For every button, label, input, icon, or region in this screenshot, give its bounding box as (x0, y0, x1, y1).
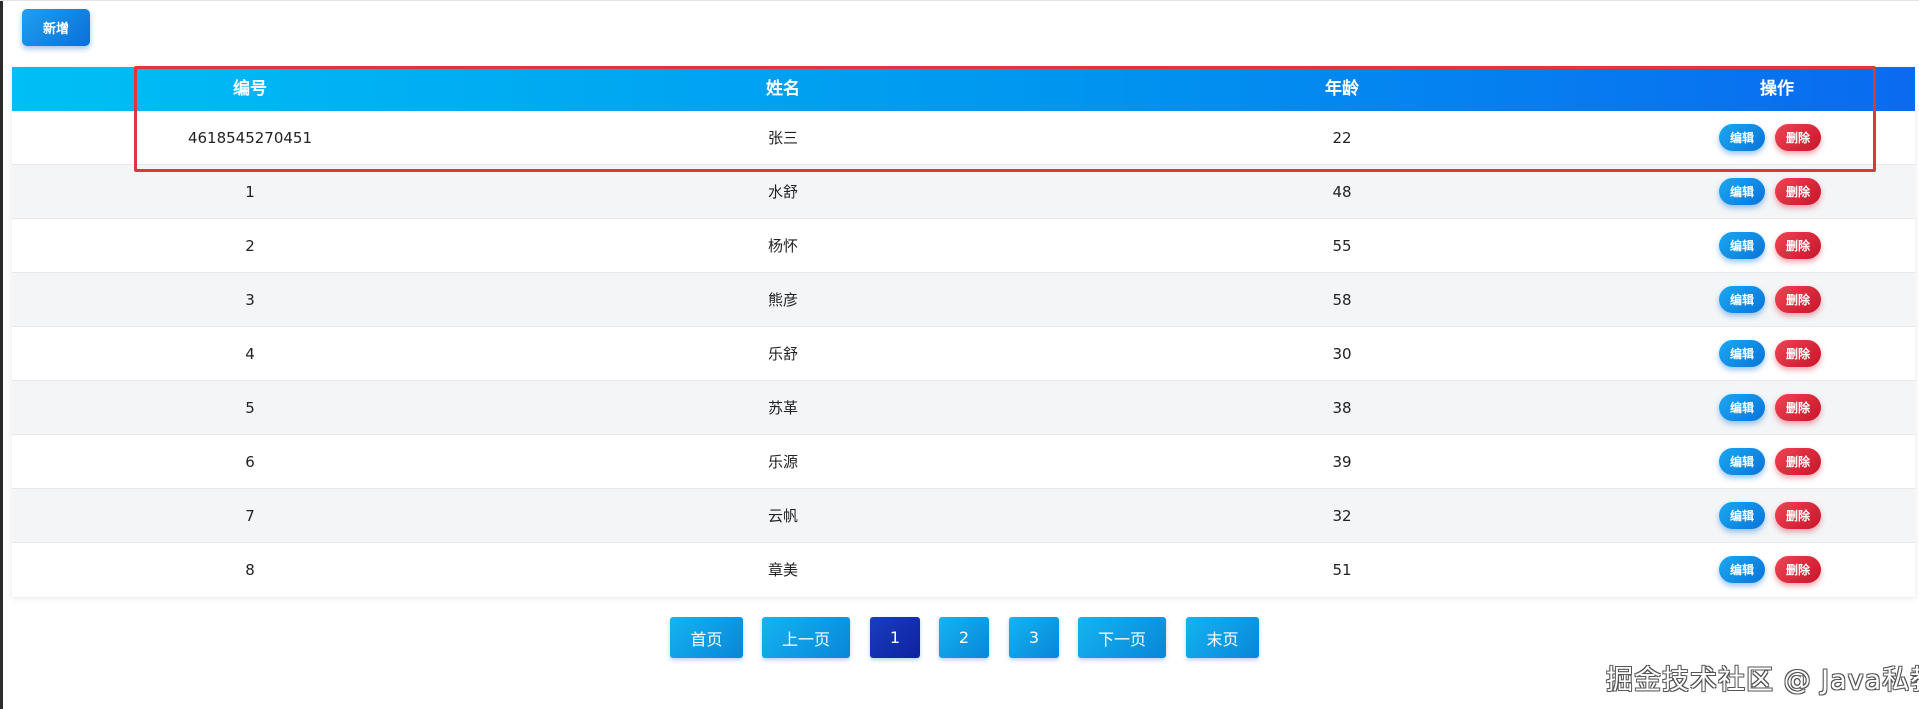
cell-age: 32 (1332, 507, 1352, 525)
delete-button[interactable]: 删除 (1775, 232, 1821, 259)
window-left-edge (0, 0, 3, 709)
table-row: 3 熊彦 58 编辑 删除 (12, 273, 1915, 327)
cell-id: 1 (245, 183, 255, 201)
last-page-button[interactable]: 末页 (1186, 617, 1259, 658)
edit-button[interactable]: 编辑 (1719, 178, 1765, 205)
header-id: 编号 (233, 79, 267, 99)
delete-button[interactable]: 删除 (1775, 502, 1821, 529)
cell-name: 苏革 (767, 399, 798, 417)
data-table: 编号 姓名 年龄 操作 4618545270451 张三 22 编辑 删除 1 … (12, 67, 1915, 597)
edit-button[interactable]: 编辑 (1719, 448, 1765, 475)
delete-button[interactable]: 删除 (1775, 178, 1821, 205)
cell-id: 4 (245, 345, 255, 363)
cell-id: 4618545270451 (187, 129, 313, 147)
header-name: 姓名 (766, 79, 800, 99)
cell-name: 云帆 (767, 507, 798, 525)
cell-id: 6 (245, 453, 255, 471)
edit-button[interactable]: 编辑 (1719, 232, 1765, 259)
page-button-1[interactable]: 1 (870, 617, 920, 658)
table-row: 4618545270451 张三 22 编辑 删除 (12, 111, 1915, 165)
table-header: 编号 姓名 年龄 操作 (12, 67, 1915, 111)
cell-age: 30 (1332, 345, 1352, 363)
cell-age: 58 (1332, 291, 1352, 309)
table-row: 2 杨怀 55 编辑 删除 (12, 219, 1915, 273)
cell-id: 8 (245, 561, 255, 579)
header-actions: 操作 (1760, 79, 1794, 99)
cell-id: 5 (245, 399, 255, 417)
cell-age: 48 (1332, 183, 1352, 201)
cell-age: 51 (1332, 561, 1352, 579)
table-row: 5 苏革 38 编辑 删除 (12, 381, 1915, 435)
cell-id: 3 (245, 291, 255, 309)
cell-name: 章美 (767, 561, 798, 579)
cell-id: 7 (245, 507, 255, 525)
edit-button[interactable]: 编辑 (1719, 286, 1765, 313)
header-age: 年龄 (1325, 79, 1359, 99)
delete-button[interactable]: 删除 (1775, 124, 1821, 151)
table-row: 8 章美 51 编辑 删除 (12, 543, 1915, 597)
cell-age: 55 (1332, 237, 1352, 255)
cell-name: 张三 (767, 129, 798, 147)
table-row: 4 乐舒 30 编辑 删除 (12, 327, 1915, 381)
edit-button[interactable]: 编辑 (1719, 556, 1765, 583)
page-button-3[interactable]: 3 (1009, 617, 1059, 658)
cell-age: 38 (1332, 399, 1352, 417)
prev-page-button[interactable]: 上一页 (762, 617, 850, 658)
table-row: 6 乐源 39 编辑 删除 (12, 435, 1915, 489)
cell-name: 乐舒 (767, 345, 798, 363)
add-button[interactable]: 新增 (22, 9, 90, 46)
page-button-2[interactable]: 2 (939, 617, 989, 658)
edit-button[interactable]: 编辑 (1719, 502, 1765, 529)
delete-button[interactable]: 删除 (1775, 340, 1821, 367)
delete-button[interactable]: 删除 (1775, 394, 1821, 421)
cell-name: 水舒 (767, 183, 798, 201)
edit-button[interactable]: 编辑 (1719, 124, 1765, 151)
table-row: 7 云帆 32 编辑 删除 (12, 489, 1915, 543)
cell-id: 2 (245, 237, 255, 255)
edit-button[interactable]: 编辑 (1719, 340, 1765, 367)
edit-button[interactable]: 编辑 (1719, 394, 1765, 421)
delete-button[interactable]: 删除 (1775, 286, 1821, 313)
top-divider (0, 0, 1919, 1)
watermark: 掘金技术社区 @ Java私教 (1606, 665, 1919, 696)
cell-name: 熊彦 (767, 291, 798, 309)
pagination: 首页 上一页 1 2 3 下一页 末页 (0, 617, 1919, 658)
table-row: 1 水舒 48 编辑 删除 (12, 165, 1915, 219)
delete-button[interactable]: 删除 (1775, 448, 1821, 475)
cell-name: 乐源 (767, 453, 798, 471)
cell-age: 22 (1332, 129, 1352, 147)
first-page-button[interactable]: 首页 (670, 617, 743, 658)
delete-button[interactable]: 删除 (1775, 556, 1821, 583)
cell-name: 杨怀 (767, 237, 798, 255)
cell-age: 39 (1332, 453, 1352, 471)
next-page-button[interactable]: 下一页 (1078, 617, 1166, 658)
